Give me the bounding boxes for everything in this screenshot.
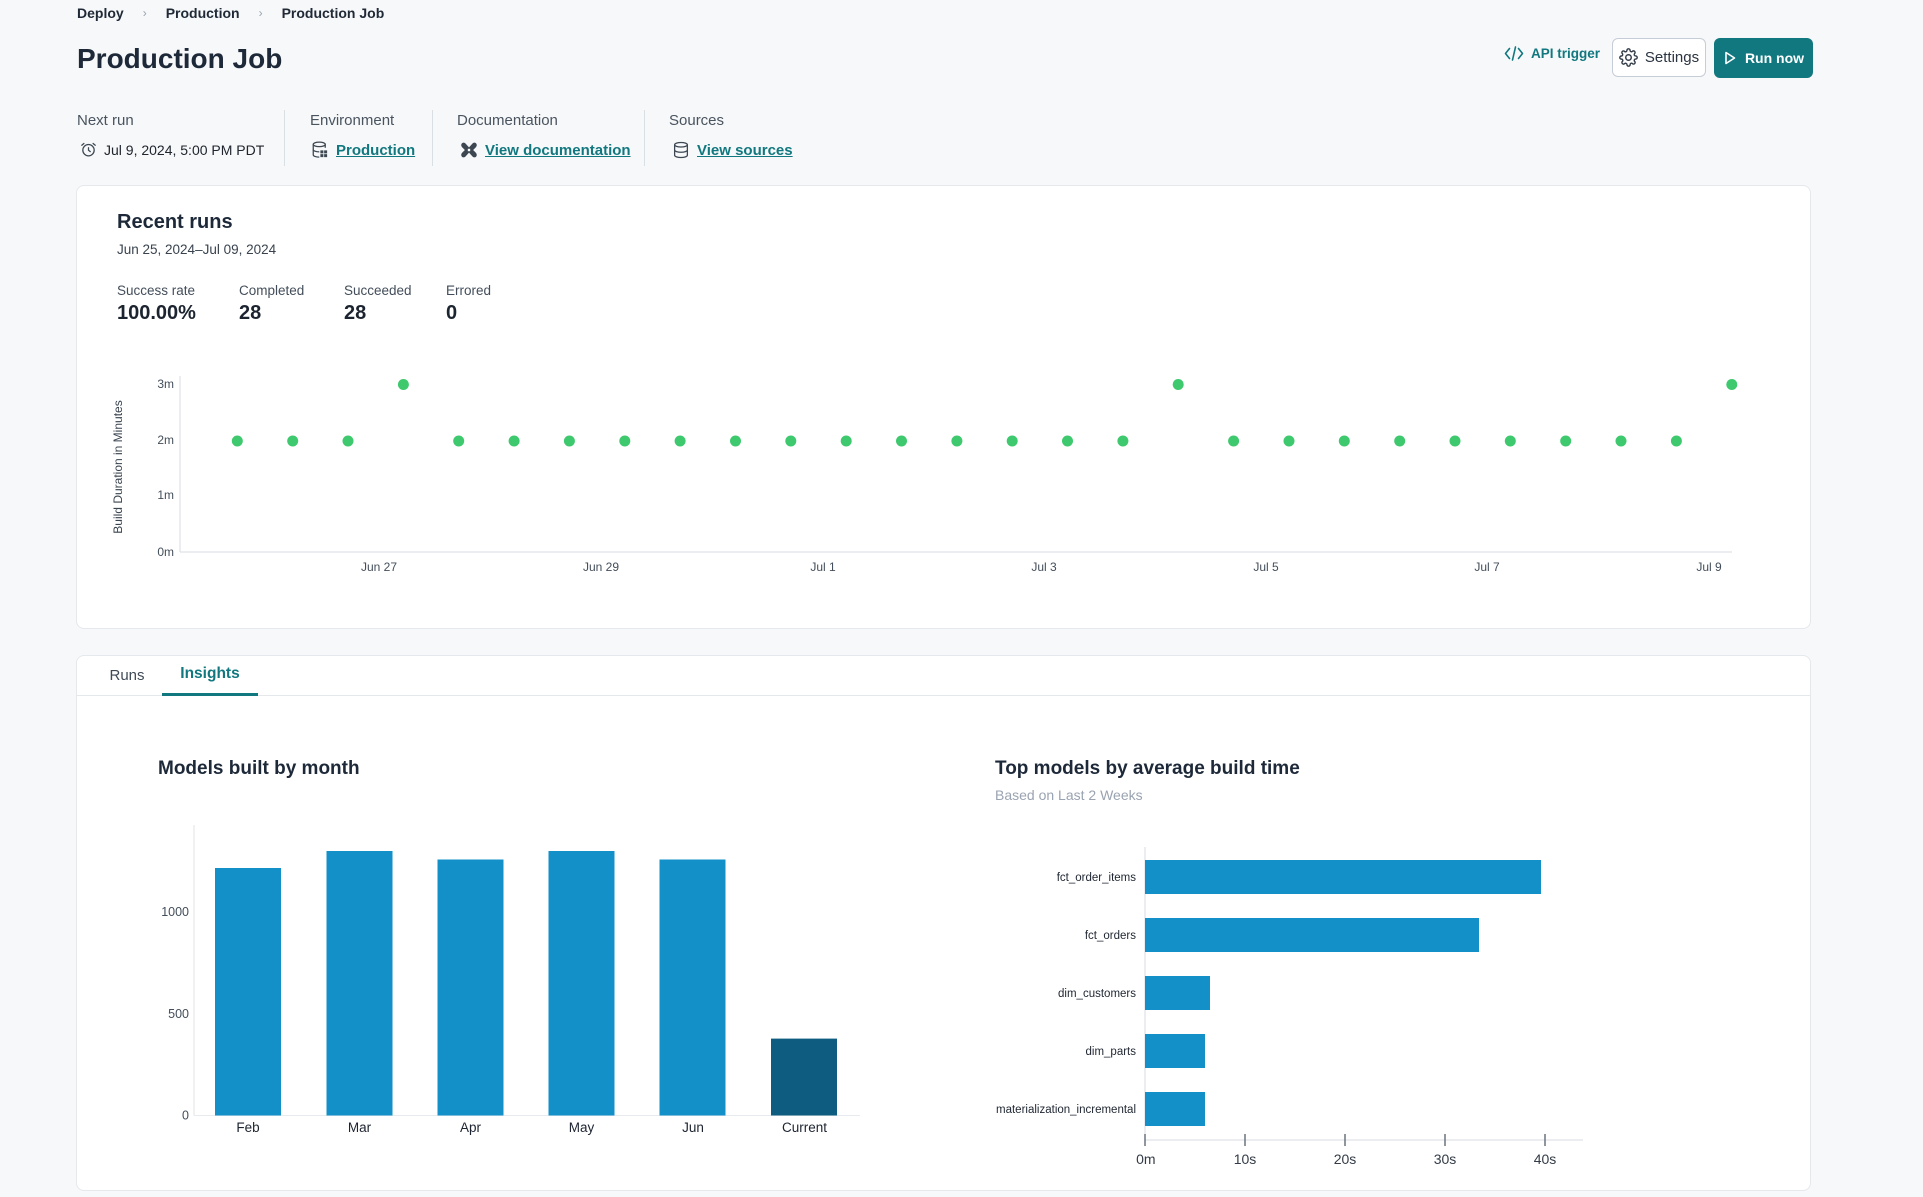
svg-text:0m: 0m [157, 545, 174, 559]
svg-text:1m: 1m [157, 488, 174, 502]
svg-text:30s: 30s [1434, 1151, 1457, 1167]
svg-text:Jul 5: Jul 5 [1253, 560, 1279, 574]
svg-text:May: May [569, 1120, 595, 1135]
svg-text:500: 500 [168, 1007, 189, 1021]
svg-text:Feb: Feb [236, 1120, 259, 1135]
svg-text:0m: 0m [1136, 1151, 1155, 1167]
svg-text:Jul 7: Jul 7 [1474, 560, 1500, 574]
svg-text:3m: 3m [157, 377, 174, 391]
svg-text:Jun: Jun [682, 1120, 704, 1135]
svg-text:fct_orders: fct_orders [1085, 930, 1136, 942]
svg-text:fct_order_items: fct_order_items [1057, 872, 1137, 884]
svg-text:Apr: Apr [460, 1120, 482, 1135]
svg-text:Jul 9: Jul 9 [1696, 560, 1722, 574]
svg-text:20s: 20s [1334, 1151, 1357, 1167]
svg-text:10s: 10s [1234, 1151, 1257, 1167]
svg-text:0: 0 [182, 1109, 189, 1123]
svg-text:Jul 3: Jul 3 [1031, 560, 1057, 574]
svg-text:Jun 29: Jun 29 [583, 560, 619, 574]
svg-text:dim_customers: dim_customers [1058, 988, 1136, 1000]
svg-text:2m: 2m [157, 433, 174, 447]
svg-text:Current: Current [782, 1120, 827, 1135]
svg-text:Jun 27: Jun 27 [361, 560, 397, 574]
svg-text:Mar: Mar [348, 1120, 372, 1135]
svg-text:materialization_incremental: materialization_incremental [996, 1104, 1136, 1116]
svg-text:Jul 1: Jul 1 [810, 560, 836, 574]
svg-text:40s: 40s [1534, 1151, 1557, 1167]
svg-text:1000: 1000 [161, 905, 189, 919]
svg-text:Build Duration in Minutes: Build Duration in Minutes [111, 400, 125, 533]
svg-text:dim_parts: dim_parts [1086, 1046, 1137, 1058]
